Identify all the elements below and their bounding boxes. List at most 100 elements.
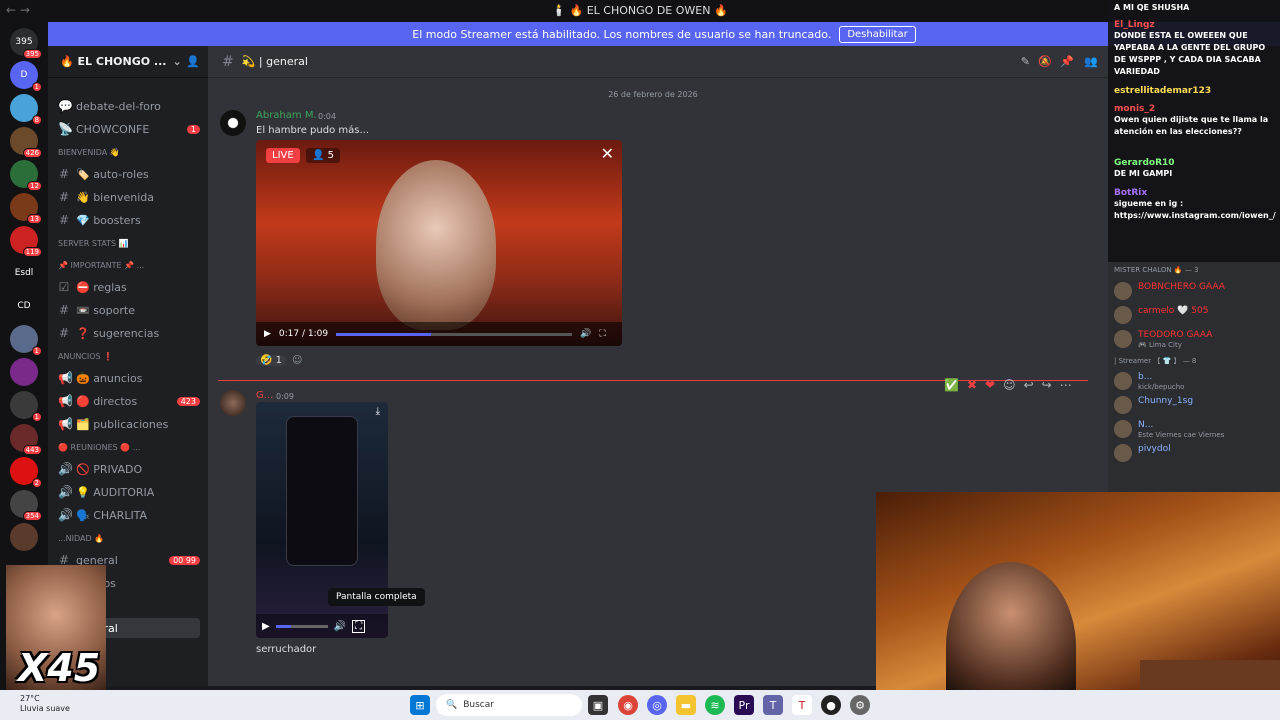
add-user-icon[interactable]: 👤 <box>186 55 200 68</box>
channel-category[interactable]: 🔴 REUNIONES 🔴 ... <box>58 437 200 457</box>
channel-item[interactable]: # 💎 boosters <box>58 210 200 230</box>
close-icon[interactable]: ✕ <box>601 144 614 163</box>
more-icon[interactable]: ⋯ <box>1060 378 1072 392</box>
channel-label: 🗣️ CHARLITA <box>76 508 148 522</box>
server-icon[interactable]: 395 395 <box>10 28 42 59</box>
member-item[interactable]: N... Este Viernes cae Viernes <box>1114 418 1276 440</box>
member-item[interactable]: Chunny_1sg <box>1114 394 1276 416</box>
server-icon[interactable]: 2 <box>10 457 42 488</box>
play-icon[interactable]: ▶ <box>264 329 271 339</box>
server-icon[interactable]: 443 <box>10 424 42 455</box>
message-author[interactable]: G... <box>256 390 273 401</box>
channel-item[interactable]: 📡 CHOWCONFE 1 <box>58 119 200 139</box>
pin-icon[interactable]: 📌 <box>1060 55 1074 68</box>
channel-label: 🔴 REUNIONES 🔴 ... <box>58 442 141 452</box>
disable-streamer-button[interactable]: Deshabilitar <box>839 25 916 43</box>
start-icon[interactable]: ⊞ <box>410 695 430 715</box>
channel-item[interactable]: 🔊 🚫 PRIVADO <box>58 459 200 479</box>
reaction[interactable]: 🤣 1 ☺ <box>256 352 302 368</box>
stream-embed[interactable]: LIVE 👤 5 ✕ ▶ 0:17 / 1:09 🔊 ⛶ <box>256 140 622 346</box>
server-icon[interactable]: 12 <box>10 160 42 191</box>
channel-item[interactable]: 🔊 💡 AUDITORIA <box>58 482 200 502</box>
channel-category[interactable]: BIENVENIDA 👋 <box>58 142 200 162</box>
x-icon[interactable]: ✖ <box>967 378 977 392</box>
text-app-icon[interactable]: T <box>792 695 812 715</box>
channel-label: CHOWCONFE <box>76 122 150 136</box>
channel-item[interactable]: 💬 debate-del-foro <box>58 96 200 116</box>
channel-item[interactable]: # 🏷️ auto-roles <box>58 164 200 184</box>
spotify-icon[interactable]: ≋ <box>705 695 725 715</box>
member-name: N... <box>1138 420 1154 430</box>
hash-icon: # <box>58 326 70 340</box>
add-reaction-icon[interactable]: ☺ <box>292 355 302 366</box>
threads-icon[interactable]: ✎ <box>1021 55 1030 68</box>
server-icon[interactable]: 119 <box>10 226 42 257</box>
channel-label: debate-del-foro <box>76 99 161 113</box>
settings-icon[interactable]: ⚙ <box>850 695 870 715</box>
server-header[interactable]: 🔥 EL CHONGO ... ⌄ 👤 <box>48 46 208 78</box>
channel-category[interactable]: SERVER STATS 📊 <box>58 233 200 253</box>
channel-item[interactable]: ☑ ⛔ reglas <box>58 277 200 297</box>
download-icon[interactable]: ⤓ <box>376 406 380 417</box>
server-icon[interactable]: CD <box>10 292 38 320</box>
server-icon[interactable] <box>10 523 38 551</box>
search-input[interactable]: 🔍 Buscar <box>436 694 582 716</box>
teams-icon[interactable]: T <box>763 695 783 715</box>
chat-text: DE MI GAMPI <box>1114 169 1173 178</box>
chat-text: Owen quien dijiste que te llama la atenc… <box>1114 115 1269 136</box>
chrome-icon[interactable]: ◉ <box>618 695 638 715</box>
channel-item[interactable]: 📢 🔴 directos 423 <box>58 391 200 411</box>
volume-icon[interactable]: 🔊 <box>580 329 591 339</box>
check-icon[interactable]: ✅ <box>944 378 959 392</box>
channel-item[interactable]: 📢 🎃 anuncios <box>58 368 200 388</box>
channel-category[interactable]: ...NIDAD 🔥 <box>58 528 200 548</box>
server-icon[interactable]: 8 <box>10 94 42 125</box>
emoji-icon[interactable]: ☺ <box>1003 378 1016 392</box>
fullscreen-icon[interactable]: ⛶ <box>599 329 605 339</box>
message-author[interactable]: Abraham M. <box>256 110 317 121</box>
server-icon[interactable]: 354 <box>10 490 42 521</box>
server-label: Esdl <box>14 268 34 278</box>
discord-icon[interactable]: ◎ <box>647 695 667 715</box>
channel-item[interactable]: 📢 🗂️ publicaciones <box>58 414 200 434</box>
member-item[interactable]: BOBNCHERO GAAA <box>1114 280 1276 302</box>
avatar[interactable] <box>220 110 246 136</box>
weather-widget[interactable]: 27°C Lluvia suave <box>20 694 70 714</box>
server-icon[interactable]: 13 <box>10 193 42 224</box>
channel-category[interactable]: ANUNCIOS ❗ <box>58 346 200 366</box>
server-icon[interactable]: D1 <box>10 61 42 92</box>
channel-item[interactable]: # ❓ sugerencias <box>58 323 200 343</box>
member-item[interactable]: carmelo 🤍 505 <box>1114 304 1276 326</box>
avatar[interactable] <box>220 390 246 416</box>
folder-icon[interactable]: ▬ <box>676 695 696 715</box>
obs-icon[interactable]: ● <box>821 695 841 715</box>
member-item[interactable]: TEODORO GAAA 🎮 Lima City <box>1114 328 1276 350</box>
server-icon[interactable] <box>10 358 38 386</box>
webcam-feed <box>876 492 1280 720</box>
video-progress-bar[interactable] <box>275 624 328 628</box>
channel-item[interactable]: # 👋 bienvenida <box>58 187 200 207</box>
volume-icon[interactable]: 🔊 <box>334 621 346 632</box>
channel-category[interactable]: 📌 Importante 📌 ... <box>58 255 200 275</box>
server-icon[interactable]: 1 <box>10 325 42 356</box>
channel-item[interactable]: # 📼 soporte <box>58 300 200 320</box>
unread-badge: 1 <box>31 82 42 92</box>
member-status: 🎮 Lima City <box>1138 341 1182 349</box>
member-item[interactable]: b... kick/bepucho <box>1114 370 1276 392</box>
member-item[interactable]: pivydol <box>1114 442 1276 464</box>
server-icon[interactable]: 426 <box>10 127 42 158</box>
video-progress-bar[interactable] <box>336 332 573 336</box>
megaphone-icon: 📢 <box>58 371 73 385</box>
reply-icon[interactable]: ↩ <box>1024 378 1034 392</box>
channel-item[interactable]: 🔊 🗣️ CHARLITA <box>58 505 200 525</box>
premiere-icon[interactable]: Pr <box>734 695 754 715</box>
server-icon[interactable]: Esdl <box>10 259 38 287</box>
play-icon[interactable]: ▶ <box>262 621 270 632</box>
task-view-icon[interactable]: ▣ <box>588 695 608 715</box>
mute-icon[interactable]: 🔕 <box>1038 55 1052 68</box>
fullscreen-icon[interactable]: ⛶ <box>352 619 366 633</box>
server-icon[interactable]: 1 <box>10 391 42 422</box>
members-icon[interactable]: 👥 <box>1084 55 1098 68</box>
forward-icon[interactable]: ↪ <box>1042 378 1052 392</box>
heart-icon[interactable]: ❤ <box>985 378 995 392</box>
